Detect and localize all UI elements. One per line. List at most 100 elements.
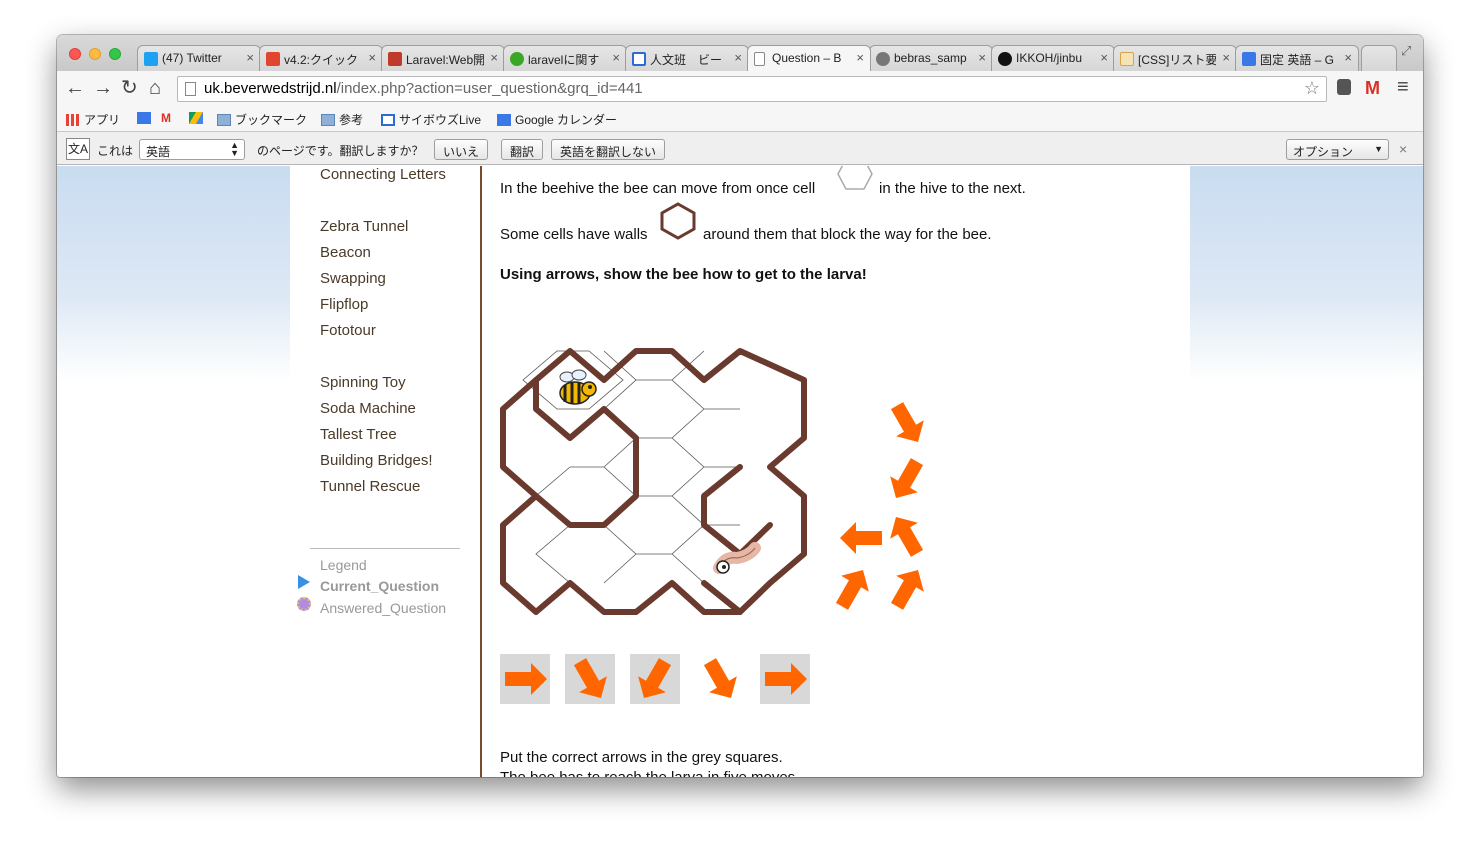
tab-question[interactable]: Question – B × <box>747 45 871 71</box>
globe-icon <box>876 52 890 66</box>
arrow-up-right-icon-top[interactable] <box>882 508 931 562</box>
close-icon[interactable]: × <box>490 50 498 65</box>
close-icon[interactable]: × <box>1399 141 1407 157</box>
fullscreen-icon[interactable]: ⤢ <box>1401 43 1411 59</box>
honeycomb-board <box>500 348 807 615</box>
translate-button[interactable]: 翻訳 <box>501 139 544 160</box>
gmail-icon[interactable]: M <box>1365 78 1380 99</box>
folder-icon <box>217 114 231 126</box>
bookmark-folder-bookmarks[interactable]: ブックマーク <box>217 111 307 128</box>
nav-link-spinning-toy[interactable]: Spinning Toy <box>320 374 406 391</box>
arrow-down-right-icon[interactable] <box>883 401 932 451</box>
bookmark-cybozu[interactable]: サイボウズLive <box>381 111 481 128</box>
translate-question: のページです。翻訳しますか？ <box>257 144 424 158</box>
close-icon[interactable]: × <box>1344 50 1352 65</box>
github-icon <box>998 52 1012 66</box>
arrow-left-icon[interactable] <box>840 522 882 554</box>
close-icon[interactable]: × <box>1222 50 1230 65</box>
question-line1-end: in the hive to the next. <box>879 180 1026 197</box>
new-tab-button[interactable] <box>1361 45 1397 71</box>
page-viewport: Connecting Letters Zebra Tunnel Beacon S… <box>57 166 1423 777</box>
google-icon <box>1242 52 1256 66</box>
arrow-down-right-icon <box>703 658 737 699</box>
play-icon <box>298 575 310 589</box>
minimize-window-button[interactable] <box>89 48 101 60</box>
nav-link-tunnel-rescue[interactable]: Tunnel Rescue <box>320 478 420 495</box>
translate-options-select[interactable]: オプション ▼ <box>1286 139 1389 160</box>
answer-slot-3[interactable] <box>630 654 680 704</box>
translate-no-button[interactable]: いいえ <box>434 139 489 160</box>
answer-slot-4[interactable] <box>695 654 745 704</box>
address-host: uk.beverwedstrijd.nl <box>204 80 337 97</box>
extension-icon[interactable] <box>1337 79 1351 95</box>
question-content: In the beehive the bee can move from onc… <box>480 166 1190 777</box>
arrow-down-left-icon[interactable] <box>882 453 931 507</box>
close-icon[interactable]: × <box>734 50 742 65</box>
menu-icon[interactable]: ≡ <box>1397 76 1409 99</box>
nav-link-soda-machine[interactable]: Soda Machine <box>320 400 416 417</box>
twitter-icon <box>144 52 158 66</box>
bookmark-folder-reference[interactable]: 参考 <box>321 111 363 128</box>
back-icon[interactable]: ← <box>65 78 85 98</box>
bookmark-apps[interactable]: アプリ <box>66 111 120 128</box>
nav-link-zebra-tunnel[interactable]: Zebra Tunnel <box>320 218 408 235</box>
cybozu-icon <box>381 114 395 126</box>
translate-bar: 文A これは 英語 ▲ ▼ のページです。翻訳しますか？ いいえ 翻訳 英語を翻訳… <box>57 131 1423 165</box>
page-icon <box>754 52 765 66</box>
empty-cell-icon <box>837 166 873 190</box>
answer-slot-5[interactable] <box>760 654 810 704</box>
folder-icon <box>321 114 335 126</box>
tab-css-list[interactable]: [CSS]リスト要 × <box>1113 45 1237 71</box>
tab-jinbun[interactable]: 人文班 ビー × <box>625 45 749 71</box>
tab-twitter[interactable]: (47) Twitter × <box>137 45 261 71</box>
close-icon[interactable]: × <box>246 50 254 65</box>
arrow-up-right-icon[interactable] <box>832 561 877 615</box>
bookmark-gmail[interactable]: M <box>161 111 171 125</box>
zoom-window-button[interactable] <box>109 48 121 60</box>
bookmark-star-icon[interactable]: ☆ <box>1304 78 1320 99</box>
reload-icon[interactable]: ↻ <box>121 78 138 98</box>
nav-link-flipflop[interactable]: Flipflop <box>320 296 368 313</box>
bookmarks-bar: アプリ M ブックマーク 参考 サイボウズLive Google カレンダー <box>57 107 1423 131</box>
answer-slot-1[interactable] <box>500 654 550 704</box>
arrow-up-right-icon-2[interactable] <box>883 561 932 615</box>
nav-link-connecting-letters[interactable]: Connecting Letters <box>320 166 446 183</box>
nav-link-tallest-tree[interactable]: Tallest Tree <box>320 426 397 443</box>
chevron-down-icon: ▼ <box>1374 144 1383 154</box>
nav-link-swapping[interactable]: Swapping <box>320 270 386 287</box>
close-window-button[interactable] <box>69 48 81 60</box>
tab-strip: (47) Twitter × v4.2:クイック × Laravel:Web開 × l… <box>57 35 1423 71</box>
tab-google-translate[interactable]: 固定 英語 – G × <box>1235 45 1359 71</box>
close-icon[interactable]: × <box>1100 50 1108 65</box>
bookmark-drive[interactable] <box>189 111 207 125</box>
window-icon <box>632 52 646 66</box>
forward-icon[interactable]: → <box>93 78 113 98</box>
close-icon[interactable]: × <box>368 50 376 65</box>
tab-laravel-quick[interactable]: v4.2:クイック × <box>259 45 383 71</box>
legend-answered: Answered_Question <box>320 600 447 616</box>
question-line2-start: Some cells have walls <box>500 226 648 243</box>
close-icon[interactable]: × <box>978 50 986 65</box>
nav-link-building-bridges[interactable]: Building Bridges! <box>320 452 433 469</box>
tab-bebras-sample[interactable]: bebras_samp × <box>869 45 993 71</box>
tab-laravel-web[interactable]: Laravel:Web開 × <box>381 45 505 71</box>
tab-laravel-related[interactable]: laravelに関す × <box>503 45 627 71</box>
home-icon[interactable]: ⌂ <box>149 78 161 98</box>
tab-github[interactable]: IKKOH/jinbu × <box>991 45 1115 71</box>
translate-icon: 文A <box>66 138 90 160</box>
nav-link-beacon[interactable]: Beacon <box>320 244 371 261</box>
address-bar[interactable]: uk.beverwedstrijd.nl/index.php?action=us… <box>177 76 1327 102</box>
bookmark-google[interactable] <box>137 111 155 125</box>
answer-slot-2[interactable] <box>565 654 615 704</box>
close-icon[interactable]: × <box>856 50 864 65</box>
language-select[interactable]: 英語 ▲ ▼ <box>139 139 245 160</box>
close-icon[interactable]: × <box>612 50 620 65</box>
never-translate-button[interactable]: 英語を翻訳しない <box>551 139 666 160</box>
arrow-right-icon <box>765 663 807 695</box>
address-path: /index.php?action=user_question&grq_id=4… <box>336 80 643 97</box>
browser-window: (47) Twitter × v4.2:クイック × Laravel:Web開 × l… <box>57 35 1423 777</box>
nav-link-fototour[interactable]: Fototour <box>320 322 376 339</box>
arrow-down-right-icon <box>573 658 607 699</box>
bookmark-calendar[interactable]: Google カレンダー <box>497 111 617 128</box>
bulb-icon <box>510 52 524 66</box>
